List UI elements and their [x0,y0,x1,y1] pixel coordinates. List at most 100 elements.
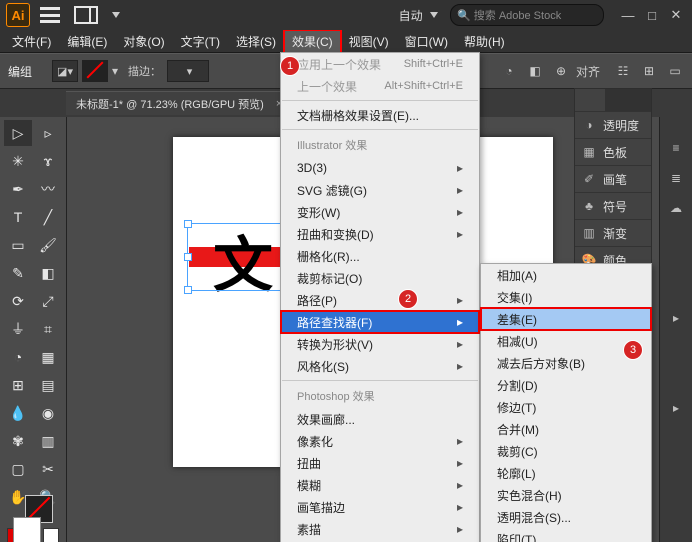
mi-soft-mix[interactable]: 透明混合(S)... [481,506,651,528]
align-label[interactable]: 对齐 [576,63,600,80]
rectangle-tool[interactable]: ▭ [4,232,32,258]
mi-svg-filters[interactable]: SVG 滤镜(G) [281,179,479,201]
mi-sketch[interactable]: 素描 [281,518,479,540]
menu-object[interactable]: 对象(O) [115,30,172,53]
align-icon[interactable]: ☷ [614,62,632,80]
minimize-button[interactable]: — [618,8,638,22]
document-tab[interactable]: 未标题-1* @ 71.23% (RGB/GPU 预览)× [66,91,292,115]
mi-crop[interactable]: 裁剪(C) [481,440,651,462]
mi-convert-shape[interactable]: 转换为形状(V) [281,333,479,355]
mi-exclude[interactable]: 差集(E) [481,308,651,330]
width-tool[interactable]: ⏚ [4,316,32,342]
menu-effect[interactable]: 效果(C) [284,30,341,53]
mi-path[interactable]: 路径(P) [281,289,479,311]
panel-swatches[interactable]: ▦色板 [575,138,651,165]
mi-gallery[interactable]: 效果画廊... [281,408,479,430]
symbol-sprayer-tool[interactable]: ✾ [4,428,32,454]
fill-dropdown[interactable]: ◪▾ [52,60,78,82]
direct-selection-tool[interactable]: ▹ [34,120,62,146]
annotation-2: 2 [398,289,418,309]
menu-edit[interactable]: 编辑(E) [59,30,115,53]
collapse-dock-icon[interactable]: ▸ [666,308,686,328]
eyedropper-tool[interactable]: 💧 [4,400,32,426]
mi-pathfinder[interactable]: 路径查找器(F)▸ [281,311,479,333]
brush-icon: ✐ [581,172,597,186]
mi-warp[interactable]: 变形(W) [281,201,479,223]
opacity-icon[interactable]: ◔ [500,62,518,80]
fill-stroke-swatch[interactable] [13,517,53,523]
type-tool[interactable]: T [4,204,32,230]
stroke-color[interactable] [82,60,108,82]
blend-tool[interactable]: ◉ [34,400,62,426]
mi-blur[interactable]: 模糊 [281,474,479,496]
paintbrush-tool[interactable]: 🖌 [34,232,62,258]
mi-apply-last[interactable]: 应用上一个效果Shift+Ctrl+E [281,53,479,75]
panel-transparency[interactable]: ◑透明度 [575,111,651,138]
isolate-icon[interactable]: ▭ [666,62,684,80]
selection-tool[interactable]: ▷ [4,120,32,146]
shape-builder-tool[interactable]: ◔ [4,344,32,370]
mi-raster-settings[interactable]: 文档栅格效果设置(E)... [281,104,479,126]
mi-outline[interactable]: 轮廓(L) [481,462,651,484]
menu-type[interactable]: 文字(T) [173,30,228,53]
panel-symbols[interactable]: ♣符号 [575,192,651,219]
eraser-tool[interactable]: ◧ [34,260,62,286]
line-tool[interactable]: ╱ [34,204,62,230]
collapse-dock-icon-2[interactable]: ▸ [666,398,686,418]
mi-pixelate[interactable]: 像素化 [281,430,479,452]
mi-distort2[interactable]: 扭曲 [281,452,479,474]
lasso-tool[interactable]: ɤ [34,148,62,174]
graph-tool[interactable]: ▥ [34,428,62,454]
workspace-layout-icon[interactable] [74,6,98,24]
slice-tool[interactable]: ✂ [34,456,62,482]
chevron-down-icon[interactable] [112,12,120,18]
selection-context: 编组 [8,63,32,80]
mi-trim[interactable]: 修边(T) [481,396,651,418]
stroke-weight[interactable]: ▾ [167,60,209,82]
perspective-tool[interactable]: ▦ [34,344,62,370]
mi-3d[interactable]: 3D(3) [281,157,479,179]
symbol-icon: ♣ [581,199,597,213]
magic-wand-tool[interactable]: ✳ [4,148,32,174]
gradient-tool[interactable]: ▤ [34,372,62,398]
search-stock-input[interactable]: 🔍 搜索 Adobe Stock [450,4,604,26]
mi-intersect[interactable]: 交集(I) [481,286,651,308]
close-button[interactable]: ✕ [666,8,686,22]
menu-select[interactable]: 选择(S) [228,30,284,53]
properties-panel-icon[interactable]: ≡ [666,138,686,158]
mi-add[interactable]: 相加(A) [481,264,651,286]
mi-trap[interactable]: 陷印(T)... [481,528,651,542]
panel-brushes[interactable]: ✐画笔 [575,165,651,192]
free-transform-tool[interactable]: ⌗ [34,316,62,342]
bridge-icon[interactable] [40,7,60,23]
mesh-tool[interactable]: ⊞ [4,372,32,398]
panel-gradient[interactable]: ▥渐变 [575,219,651,246]
libraries-panel-icon[interactable]: ☁ [666,198,686,218]
mi-divide[interactable]: 分割(D) [481,374,651,396]
maximize-button[interactable]: □ [642,8,662,22]
menu-window[interactable]: 窗口(W) [397,30,456,53]
recolor-icon[interactable]: ⊕ [552,62,570,80]
mi-hard-mix[interactable]: 实色混合(H) [481,484,651,506]
pen-tool[interactable]: ✒ [4,176,32,202]
shaper-tool[interactable]: ✎ [4,260,32,286]
menu-file[interactable]: 文件(F) [4,30,59,53]
mi-merge[interactable]: 合并(M) [481,418,651,440]
artboard-tool[interactable]: ▢ [4,456,32,482]
mi-last-effect[interactable]: 上一个效果Alt+Shift+Ctrl+E [281,75,479,97]
rotate-tool[interactable]: ⟳ [4,288,32,314]
curvature-tool[interactable]: 〰 [34,176,62,202]
layers-panel-icon[interactable]: ≣ [666,168,686,188]
none-mode[interactable] [43,528,59,542]
mi-distort-transform[interactable]: 扭曲和变换(D) [281,223,479,245]
scale-tool[interactable]: ⤢ [34,288,62,314]
mi-rasterize[interactable]: 栅格化(R)... [281,245,479,267]
transform-icon[interactable]: ⊞ [640,62,658,80]
search-mode[interactable]: 自动 [399,7,438,24]
menu-help[interactable]: 帮助(H) [456,30,513,53]
mi-brush-strokes[interactable]: 画笔描边 [281,496,479,518]
menu-view[interactable]: 视图(V) [341,30,397,53]
mi-stylize[interactable]: 风格化(S) [281,355,479,377]
mi-crop-marks[interactable]: 裁剪标记(O) [281,267,479,289]
style-icon[interactable]: ◧ [526,62,544,80]
